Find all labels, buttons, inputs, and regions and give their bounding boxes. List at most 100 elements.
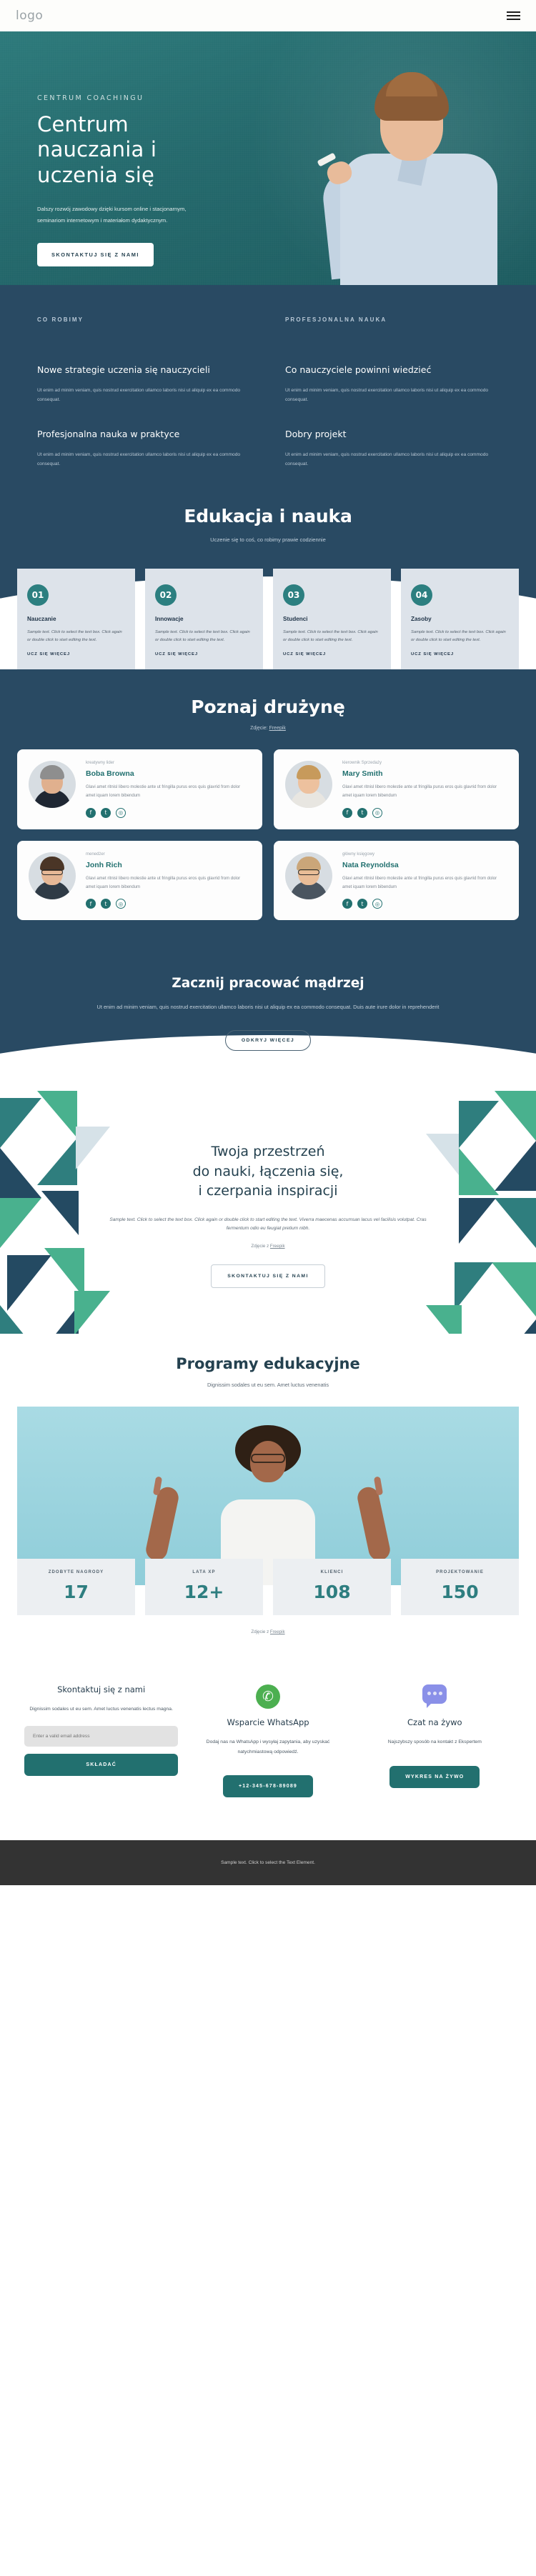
submit-button[interactable]: SKŁADAĆ bbox=[24, 1753, 179, 1776]
what-we-do-item: Co nauczyciele powinni wiedzieć Ut enim … bbox=[285, 364, 499, 405]
credit-link-freepik[interactable]: Freepik bbox=[269, 726, 286, 731]
card-learn-more-link[interactable]: UCZ SIĘ WIĘCEJ bbox=[27, 652, 125, 657]
avatar-hair bbox=[297, 856, 321, 871]
inspiration-contact-button[interactable]: SKONTAKTUJ SIĘ Z NAMI bbox=[211, 1264, 325, 1289]
member-socials: f t ◎ bbox=[86, 899, 251, 909]
glasses-icon bbox=[41, 869, 63, 875]
facebook-icon[interactable]: f bbox=[86, 899, 96, 909]
whatsapp-icon: ✆ bbox=[255, 1684, 280, 1709]
stat-value: 108 bbox=[313, 1582, 351, 1603]
programs-section: Programy edukacyjne Dignissim sodales ut… bbox=[0, 1334, 536, 1648]
member-info: główny księgowy Nata Reynoldsa Glavi ame… bbox=[342, 852, 507, 909]
arm-left bbox=[144, 1485, 181, 1563]
team-grid: kreatywny lider Boba Browna Glavi amet r… bbox=[0, 749, 536, 921]
what-we-do-item: Profesjonalna nauka w praktyce Ut enim a… bbox=[37, 428, 251, 469]
triangle-decor bbox=[74, 1291, 110, 1334]
card-learn-more-link[interactable]: UCZ SIĘ WIĘCEJ bbox=[283, 652, 381, 657]
card-number: 01 bbox=[27, 584, 49, 606]
what-we-do-item: Dobry projekt Ut enim ad minim veniam, q… bbox=[285, 428, 499, 469]
education-card[interactable]: 02 Innowacje Sample text. Click to selec… bbox=[145, 569, 263, 670]
livechat-button[interactable]: WYKRES NA ŻYWO bbox=[389, 1765, 480, 1788]
item-title: Dobry projekt bbox=[285, 428, 347, 439]
avatar-hair bbox=[40, 765, 64, 780]
inspiration-content: Twoja przestrzeń do nauki, łączenia się,… bbox=[0, 1142, 536, 1289]
member-name: Nata Reynoldsa bbox=[342, 860, 399, 869]
triangle-decor bbox=[495, 1091, 536, 1141]
livechat-body: Najszybszy sposób na kontakt z Ekspertem bbox=[387, 1739, 482, 1745]
member-role: główny księgowy bbox=[342, 852, 375, 857]
twitter-icon[interactable]: t bbox=[357, 807, 367, 818]
arm-right bbox=[355, 1485, 392, 1563]
stat-card: ZDOBYTE NAGRODY 17 bbox=[17, 1559, 135, 1616]
instagram-icon[interactable]: ◎ bbox=[116, 807, 126, 818]
what-we-do-section: CO ROBIMY PROFESJONALNA NAUKA Nowe strat… bbox=[0, 285, 536, 499]
logo[interactable]: logo bbox=[16, 9, 43, 23]
twitter-icon[interactable]: t bbox=[101, 807, 111, 818]
stat-card: PROJEKTOWANIE 150 bbox=[401, 1559, 519, 1616]
whatsapp-body: Dodaj nas na WhatsApp i wysyłaj zapytani… bbox=[206, 1739, 330, 1754]
team-member-card: kierownik Sprzedaży Mary Smith Glavi ame… bbox=[274, 749, 519, 829]
triangle-decor bbox=[40, 1305, 79, 1334]
burger-line bbox=[507, 11, 520, 13]
member-name: Jonh Rich bbox=[86, 860, 122, 869]
label-left-col: CO ROBIMY bbox=[37, 316, 251, 341]
credit-prefix: Zdjęcie: bbox=[250, 726, 268, 732]
stat-value: 150 bbox=[441, 1582, 479, 1603]
whatsapp-column: ✆ Wsparcie WhatsApp Dodaj nas na WhatsAp… bbox=[191, 1684, 344, 1797]
stat-card: LATA XP 12+ bbox=[145, 1559, 263, 1616]
card-body: Sample text. Click to select the text bo… bbox=[27, 630, 122, 642]
hero-title-line-2: nauczania i bbox=[37, 137, 157, 162]
triangle-decor bbox=[426, 1305, 462, 1334]
credit-link-freepik[interactable]: Freepik bbox=[270, 1244, 285, 1249]
hero-contact-button[interactable]: SKONTAKTUJ SIĘ Z NAMI bbox=[37, 243, 154, 267]
education-title: Edukacja i nauka bbox=[184, 506, 352, 526]
card-learn-more-link[interactable]: UCZ SIĘ WIĘCEJ bbox=[411, 652, 509, 657]
member-socials: f t ◎ bbox=[86, 807, 251, 818]
instagram-icon[interactable]: ◎ bbox=[372, 807, 382, 818]
email-field[interactable] bbox=[24, 1725, 179, 1747]
footer-text: Sample text. Click to select the Text El… bbox=[221, 1859, 315, 1865]
member-socials: f t ◎ bbox=[342, 899, 507, 909]
inspiration-title-line-3: i czerpania inspiracji bbox=[198, 1183, 338, 1199]
credit-link-freepik[interactable]: Freepik bbox=[270, 1629, 285, 1634]
team-member-card: menedżer Jonh Rich Glavi amet ritnisl li… bbox=[17, 840, 262, 921]
member-role: kierownik Sprzedaży bbox=[342, 761, 382, 766]
stat-card: KLIENCI 108 bbox=[273, 1559, 391, 1616]
work-smarter-section: Zacznij pracować mądrzej Ut enim ad mini… bbox=[0, 952, 536, 1101]
facebook-icon[interactable]: f bbox=[86, 807, 96, 818]
inspiration-title-line-1: Twoja przestrzeń bbox=[211, 1144, 325, 1159]
education-card[interactable]: 01 Nauczanie Sample text. Click to selec… bbox=[17, 569, 135, 670]
discover-more-button[interactable]: ODKRYJ WIĘCEJ bbox=[224, 1030, 312, 1051]
card-number: 03 bbox=[283, 584, 304, 606]
instagram-icon[interactable]: ◎ bbox=[372, 899, 382, 909]
site-footer: Sample text. Click to select the Text El… bbox=[0, 1839, 536, 1885]
facebook-icon[interactable]: f bbox=[342, 807, 352, 818]
livechat-column: Czat na żywo Najszybszy sposób na kontak… bbox=[358, 1684, 512, 1797]
education-card[interactable]: 03 Studenci Sample text. Click to select… bbox=[273, 569, 391, 670]
inspiration-body: Sample text. Click to select the text bo… bbox=[109, 1217, 427, 1232]
hamburger-menu-icon[interactable] bbox=[507, 11, 520, 20]
twitter-icon[interactable]: t bbox=[357, 899, 367, 909]
item-body: Ut enim ad minim veniam, quis nostrud ex… bbox=[37, 451, 241, 466]
label-right-col: PROFESJONALNA NAUKA bbox=[285, 316, 499, 341]
contact-form-column: Skontaktuj się z nami Dignissim sodales … bbox=[24, 1684, 179, 1797]
stats-row: ZDOBYTE NAGRODY 17 LATA XP 12+ KLIENCI 1… bbox=[17, 1559, 519, 1616]
card-learn-more-link[interactable]: UCZ SIĘ WIĘCEJ bbox=[155, 652, 253, 657]
team-member-card: kreatywny lider Boba Browna Glavi amet r… bbox=[17, 749, 262, 829]
education-card[interactable]: 04 Zasoby Sample text. Click to select t… bbox=[401, 569, 519, 670]
programs-title: Programy edukacyjne bbox=[176, 1355, 360, 1373]
site-header: logo bbox=[0, 0, 536, 31]
item-body: Ut enim ad minim veniam, quis nostrud ex… bbox=[285, 388, 489, 403]
avatar bbox=[29, 852, 76, 899]
facebook-icon[interactable]: f bbox=[342, 899, 352, 909]
instagram-icon[interactable]: ◎ bbox=[116, 899, 126, 909]
what-we-do-grid: CO ROBIMY PROFESJONALNA NAUKA Nowe strat… bbox=[37, 316, 499, 469]
what-we-do-item: Nowe strategie uczenia się nauczycieli U… bbox=[37, 364, 251, 405]
team-section: Poznaj drużynę Zdjęcie: Freepik kreatywn… bbox=[0, 669, 536, 952]
whatsapp-phone-button[interactable]: +12-345-678-89089 bbox=[222, 1774, 314, 1797]
contact-form-body: Dignissim sodales ut eu sem. Amet luctus… bbox=[29, 1707, 173, 1712]
chat-dots bbox=[422, 1692, 447, 1696]
twitter-icon[interactable]: t bbox=[101, 899, 111, 909]
member-info: kierownik Sprzedaży Mary Smith Glavi ame… bbox=[342, 761, 507, 818]
card-number: 04 bbox=[411, 584, 432, 606]
